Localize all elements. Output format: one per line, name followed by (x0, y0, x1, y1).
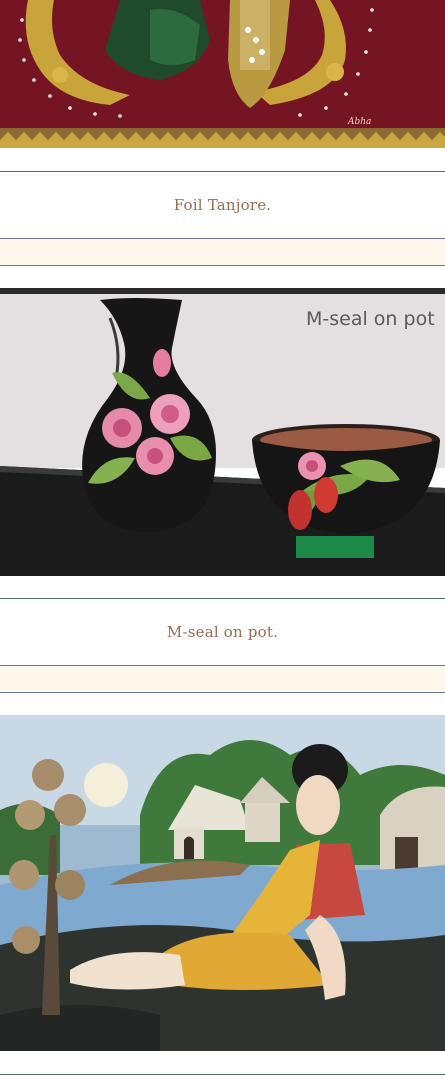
image-caption: Foil Tanjore. (173, 196, 272, 214)
foil-tanjore-image[interactable]: Abha (0, 0, 445, 148)
image-caption: M-seal on pot. (166, 623, 279, 641)
image-overlay-text: M-seal on pot (306, 308, 435, 330)
caption-divider (0, 665, 445, 693)
artist-signature: Abha (348, 117, 372, 127)
caption-card-edge (0, 1074, 445, 1075)
caption-card: Foil Tanjore. (0, 171, 445, 239)
village-painting-image[interactable] (0, 715, 445, 1051)
caption-card: M-seal on pot. (0, 598, 445, 666)
m-seal-pot-image[interactable]: M-seal on pot (0, 288, 445, 576)
caption-divider (0, 238, 445, 266)
